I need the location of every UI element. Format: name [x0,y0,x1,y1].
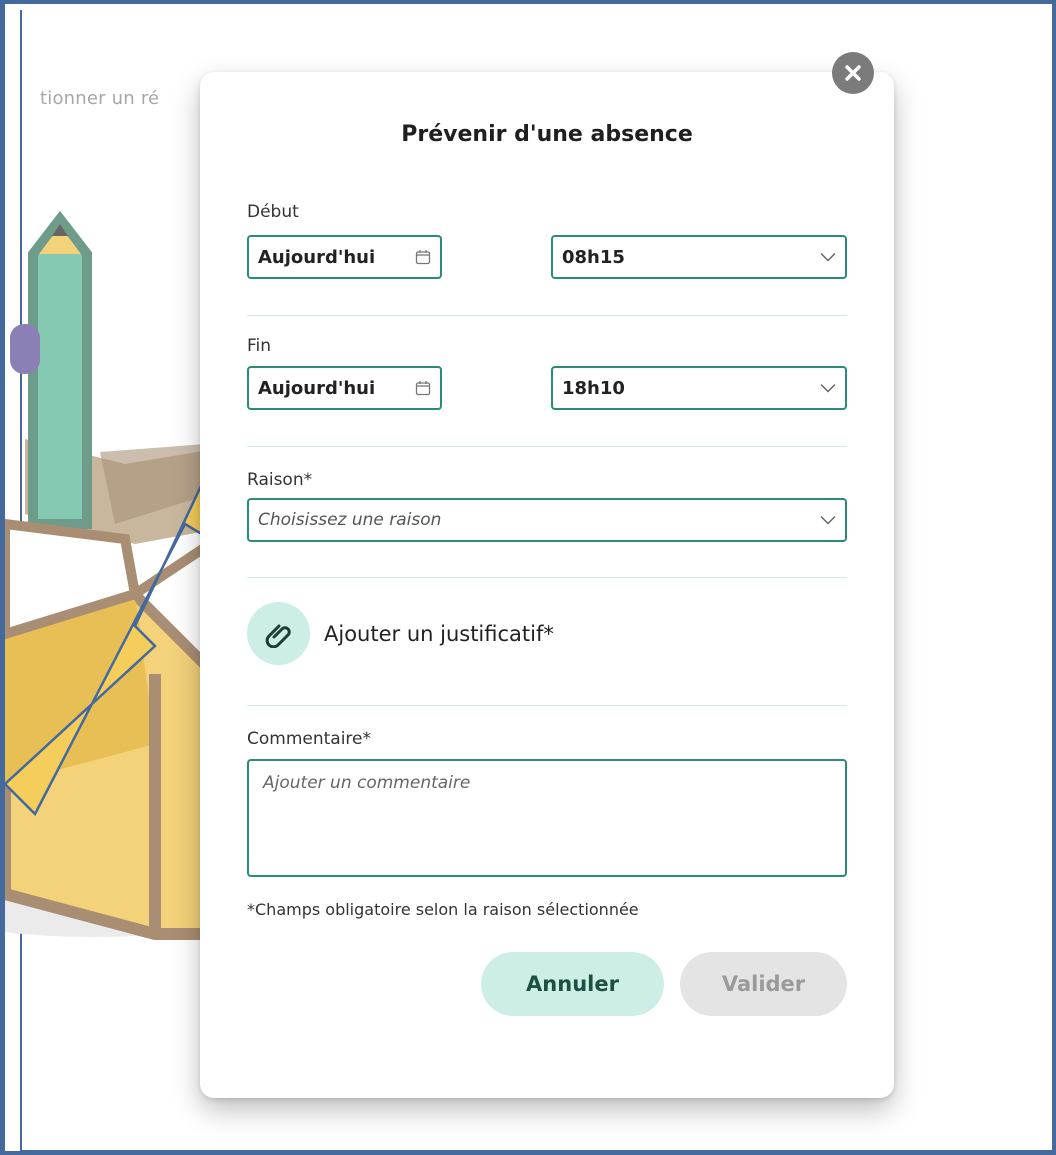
calendar-icon [415,250,431,265]
attachment-icon-circle [247,602,310,665]
start-time-value: 08h15 [562,246,625,268]
paperclip-icon [265,624,291,648]
end-time-value: 18h10 [562,377,625,399]
add-attachment-button[interactable]: Ajouter un justificatif* [247,602,554,665]
divider [247,577,847,578]
divider [247,446,847,447]
reason-label: Raison* [247,470,313,490]
chevron-down-icon [820,252,836,262]
close-icon [845,65,861,81]
close-button[interactable] [832,52,874,94]
comment-placeholder: Ajouter un commentaire [263,773,471,793]
required-fields-note: *Champs obligatoire selon la raison séle… [247,900,639,919]
reason-select[interactable]: Choisissez une raison [247,498,847,542]
modal-title: Prévenir d'une absence [401,122,693,147]
comment-textarea[interactable]: Ajouter un commentaire [247,759,847,877]
start-date-field[interactable]: Aujourd'hui [247,235,442,279]
end-date-value: Aujourd'hui [258,377,376,399]
validate-button[interactable]: Valider [680,952,847,1016]
chevron-down-icon [820,515,836,525]
start-time-select[interactable]: 08h15 [551,235,847,279]
end-label: Fin [247,336,272,356]
end-time-select[interactable]: 18h10 [551,366,847,410]
chevron-down-icon [820,383,836,393]
divider [247,705,847,706]
start-label: Début [247,202,299,222]
calendar-icon [415,381,431,396]
background-partial-text: tionner un ré [40,88,160,109]
attachment-label: Ajouter un justificatif* [324,621,554,646]
divider [247,315,847,316]
comment-label: Commentaire* [247,729,372,749]
cancel-button[interactable]: Annuler [481,952,664,1016]
start-date-value: Aujourd'hui [258,246,376,268]
reason-placeholder: Choisissez une raison [258,510,442,530]
absence-modal: Prévenir d'une absence Début Aujourd'hui… [200,72,894,1098]
end-date-field[interactable]: Aujourd'hui [247,366,442,410]
